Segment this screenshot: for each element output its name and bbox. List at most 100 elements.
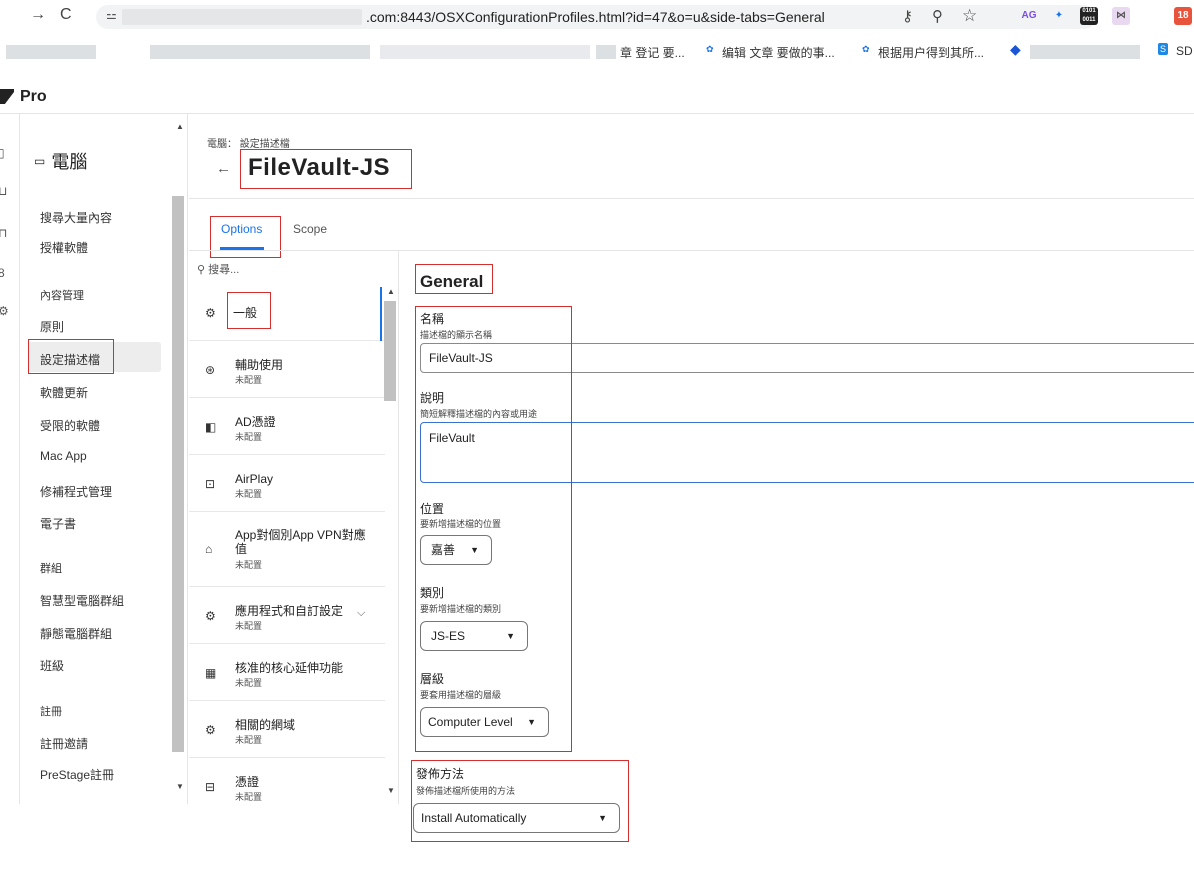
extension-binary-icon[interactable]: 0101 0011 bbox=[1080, 7, 1098, 25]
bookmark-3[interactable]: 根据用户得到其所... bbox=[878, 44, 984, 61]
nav-item-config-profiles[interactable]: 設定描述檔 bbox=[40, 351, 100, 368]
gears-icon: ⚙ bbox=[205, 723, 216, 737]
back-arrow-icon[interactable]: ← bbox=[216, 160, 231, 177]
extension-ag-icon[interactable]: AG bbox=[1020, 7, 1038, 25]
nav-item-mass-search[interactable]: 搜尋大量內容 bbox=[40, 209, 112, 226]
level-select[interactable]: Computer Level ▼ bbox=[420, 707, 549, 737]
category-select[interactable]: JS-ES ▼ bbox=[420, 621, 528, 651]
breadcrumb[interactable]: 電腦： 設定描述檔 bbox=[207, 135, 290, 150]
scroll-up-icon[interactable]: ▲ bbox=[176, 122, 184, 131]
browser-toolbar: → C ⚍ .com:8443/OSXConfigurationProfiles… bbox=[0, 0, 1194, 34]
level-help: 要套用描述檔的層級 bbox=[420, 690, 502, 700]
payload-search[interactable]: ⚲ 搜尋... bbox=[197, 261, 239, 277]
extension-image-icon[interactable]: ⋈ bbox=[1112, 7, 1130, 25]
nav-item-software-updates[interactable]: 軟體更新 bbox=[40, 384, 88, 401]
devices-icon[interactable]: ▯ bbox=[0, 146, 5, 160]
caret-down-icon: ▼ bbox=[470, 545, 479, 555]
payload-item-airplay[interactable]: ⊡ AirPlay 未配置 bbox=[189, 455, 385, 512]
settings-gear-icon[interactable]: ⚙ bbox=[0, 304, 9, 318]
nav-item-smart-groups[interactable]: 智慧型電腦群組 bbox=[40, 592, 124, 609]
lock-icon[interactable]: ⊓ bbox=[0, 226, 7, 240]
tab-options[interactable]: Options bbox=[221, 222, 262, 236]
users-icon[interactable]: 8 bbox=[0, 266, 5, 280]
payload-item-ad-certificate[interactable]: ◧ AD憑證 未配置 bbox=[189, 398, 385, 455]
category-label: 類別 bbox=[420, 586, 445, 600]
payload-item-certificate[interactable]: ⊟ 憑證 未配置 bbox=[189, 758, 385, 804]
nav-heading: ▭ 電腦 bbox=[34, 152, 88, 172]
nav-item-licensed-software[interactable]: 授權軟體 bbox=[40, 239, 88, 256]
nav-item-patch-management[interactable]: 修補程式管理 bbox=[40, 483, 112, 500]
divider bbox=[189, 198, 1194, 199]
payload-item-kernel-extensions[interactable]: ▦ 核准的核心延伸功能 未配置 bbox=[189, 644, 385, 701]
nav-item-classes[interactable]: 班級 bbox=[40, 657, 64, 674]
selected-indicator bbox=[380, 287, 382, 341]
computer-icon[interactable]: ⊔ bbox=[0, 184, 7, 198]
level-label: 層級 bbox=[420, 672, 445, 686]
accessibility-icon: ⊛ bbox=[205, 363, 216, 377]
payload-item-accessibility[interactable]: ⊛ 輔助使用 未配置 bbox=[189, 341, 385, 398]
nav-item-restricted-software[interactable]: 受限的軟體 bbox=[40, 417, 100, 434]
redacted-host bbox=[122, 9, 362, 25]
forward-icon[interactable]: → bbox=[30, 6, 46, 24]
computer-icon: ▭ bbox=[34, 154, 46, 168]
payload-item-associated-domains[interactable]: ⚙ 相關的網域 未配置 bbox=[189, 701, 385, 758]
description-label: 說明 bbox=[420, 391, 445, 405]
chevron-down-icon[interactable]: ⌵ bbox=[357, 607, 365, 620]
description-help: 簡短解釋描述檔的內容或用途 bbox=[420, 409, 538, 419]
site-info-icon[interactable]: ⚍ bbox=[106, 8, 117, 22]
bookmark-4[interactable]: SD bbox=[1176, 44, 1193, 58]
scroll-up-icon[interactable]: ▲ bbox=[387, 287, 395, 296]
extension-calendar-icon[interactable]: 18 bbox=[1174, 7, 1192, 25]
app-header: Pro bbox=[0, 80, 1194, 114]
address-bar[interactable]: ⚍ .com:8443/OSXConfigurationProfiles.htm… bbox=[96, 5, 1096, 29]
description-field[interactable]: FileVault bbox=[420, 422, 1194, 483]
certificate-icon: ⊟ bbox=[205, 780, 216, 794]
url-text: .com:8443/OSXConfigurationProfiles.html?… bbox=[366, 9, 825, 25]
caret-down-icon: ▼ bbox=[506, 631, 515, 641]
distribution-label: 發佈方法 bbox=[416, 767, 465, 781]
password-key-icon[interactable]: ⚷ bbox=[902, 7, 913, 25]
distribution-help: 發佈描述檔所使用的方法 bbox=[416, 786, 516, 796]
app-logo bbox=[0, 89, 14, 104]
payload-list: ⚲ 搜尋... ⚙ 一般 ⊛ 輔助使用 未配置 ◧ AD憑證 未配置 ⊡ Air… bbox=[189, 251, 399, 804]
nav-item-mac-app[interactable]: Mac App bbox=[40, 449, 87, 463]
nav-item-ebooks[interactable]: 電子書 bbox=[40, 515, 76, 532]
app-title: Pro bbox=[20, 88, 47, 105]
payload-item-app-custom-settings[interactable]: ⚙ 應用程式和自訂設定 未配置 ⌵ bbox=[189, 587, 385, 644]
caret-down-icon: ▼ bbox=[527, 717, 536, 727]
diamond-icon[interactable]: ◆ bbox=[1010, 41, 1021, 58]
extension-sparkle-icon[interactable]: ✦ bbox=[1050, 7, 1068, 25]
payload-item-per-app-vpn[interactable]: ⌂ App對個別App VPN對應 值 未配置 bbox=[189, 512, 385, 587]
site-label: 位置 bbox=[420, 502, 445, 516]
left-navigation: ▭ 電腦 搜尋大量內容 授權軟體 內容管理 原則 設定描述檔 軟體更新 受限的軟… bbox=[20, 114, 188, 804]
left-nav-scrollbar[interactable] bbox=[172, 196, 184, 752]
name-field[interactable]: FileVault-JS bbox=[420, 343, 1194, 373]
reload-icon[interactable]: C bbox=[60, 6, 72, 24]
certificate-icon: ◧ bbox=[205, 420, 217, 434]
tab-scope[interactable]: Scope bbox=[293, 222, 327, 236]
sd-icon: S bbox=[1158, 43, 1169, 55]
nav-item-prestage[interactable]: PreStage註冊 bbox=[40, 766, 114, 783]
payload-scrollbar[interactable] bbox=[384, 301, 396, 401]
zoom-icon[interactable]: ⚲ bbox=[932, 7, 943, 25]
distribution-select[interactable]: Install Automatically ▼ bbox=[413, 803, 620, 833]
scroll-down-icon[interactable]: ▼ bbox=[176, 782, 184, 791]
name-label: 名稱 bbox=[420, 312, 445, 326]
bookmark-1[interactable]: 章 登记 要... bbox=[620, 44, 685, 61]
search-icon: ⚲ bbox=[197, 264, 209, 276]
site-select[interactable]: 嘉善 ▼ bbox=[420, 535, 492, 565]
bookmark-icon: ✿ bbox=[862, 44, 870, 54]
nav-item-policies[interactable]: 原則 bbox=[40, 318, 64, 335]
kernel-extension-icon: ▦ bbox=[205, 666, 217, 680]
category-help: 要新增描述檔的類別 bbox=[420, 604, 502, 614]
bookmark-star-icon[interactable]: ☆ bbox=[962, 6, 977, 26]
nav-section-groups: 群組 bbox=[40, 563, 62, 575]
scroll-down-icon[interactable]: ▼ bbox=[387, 786, 395, 795]
gears-icon: ⚙ bbox=[205, 306, 216, 320]
airplay-icon: ⊡ bbox=[205, 477, 216, 491]
nav-item-static-groups[interactable]: 靜態電腦群組 bbox=[40, 625, 112, 642]
bookmarks-bar: 章 登记 要... ✿ 编辑 文章 要做的事... ✿ 根据用户得到其所... … bbox=[0, 40, 1194, 64]
nav-item-enrollment-invitations[interactable]: 註冊邀請 bbox=[40, 735, 88, 752]
bookmark-2[interactable]: 编辑 文章 要做的事... bbox=[722, 44, 835, 61]
payload-item-general[interactable]: ⚙ 一般 bbox=[189, 285, 385, 341]
